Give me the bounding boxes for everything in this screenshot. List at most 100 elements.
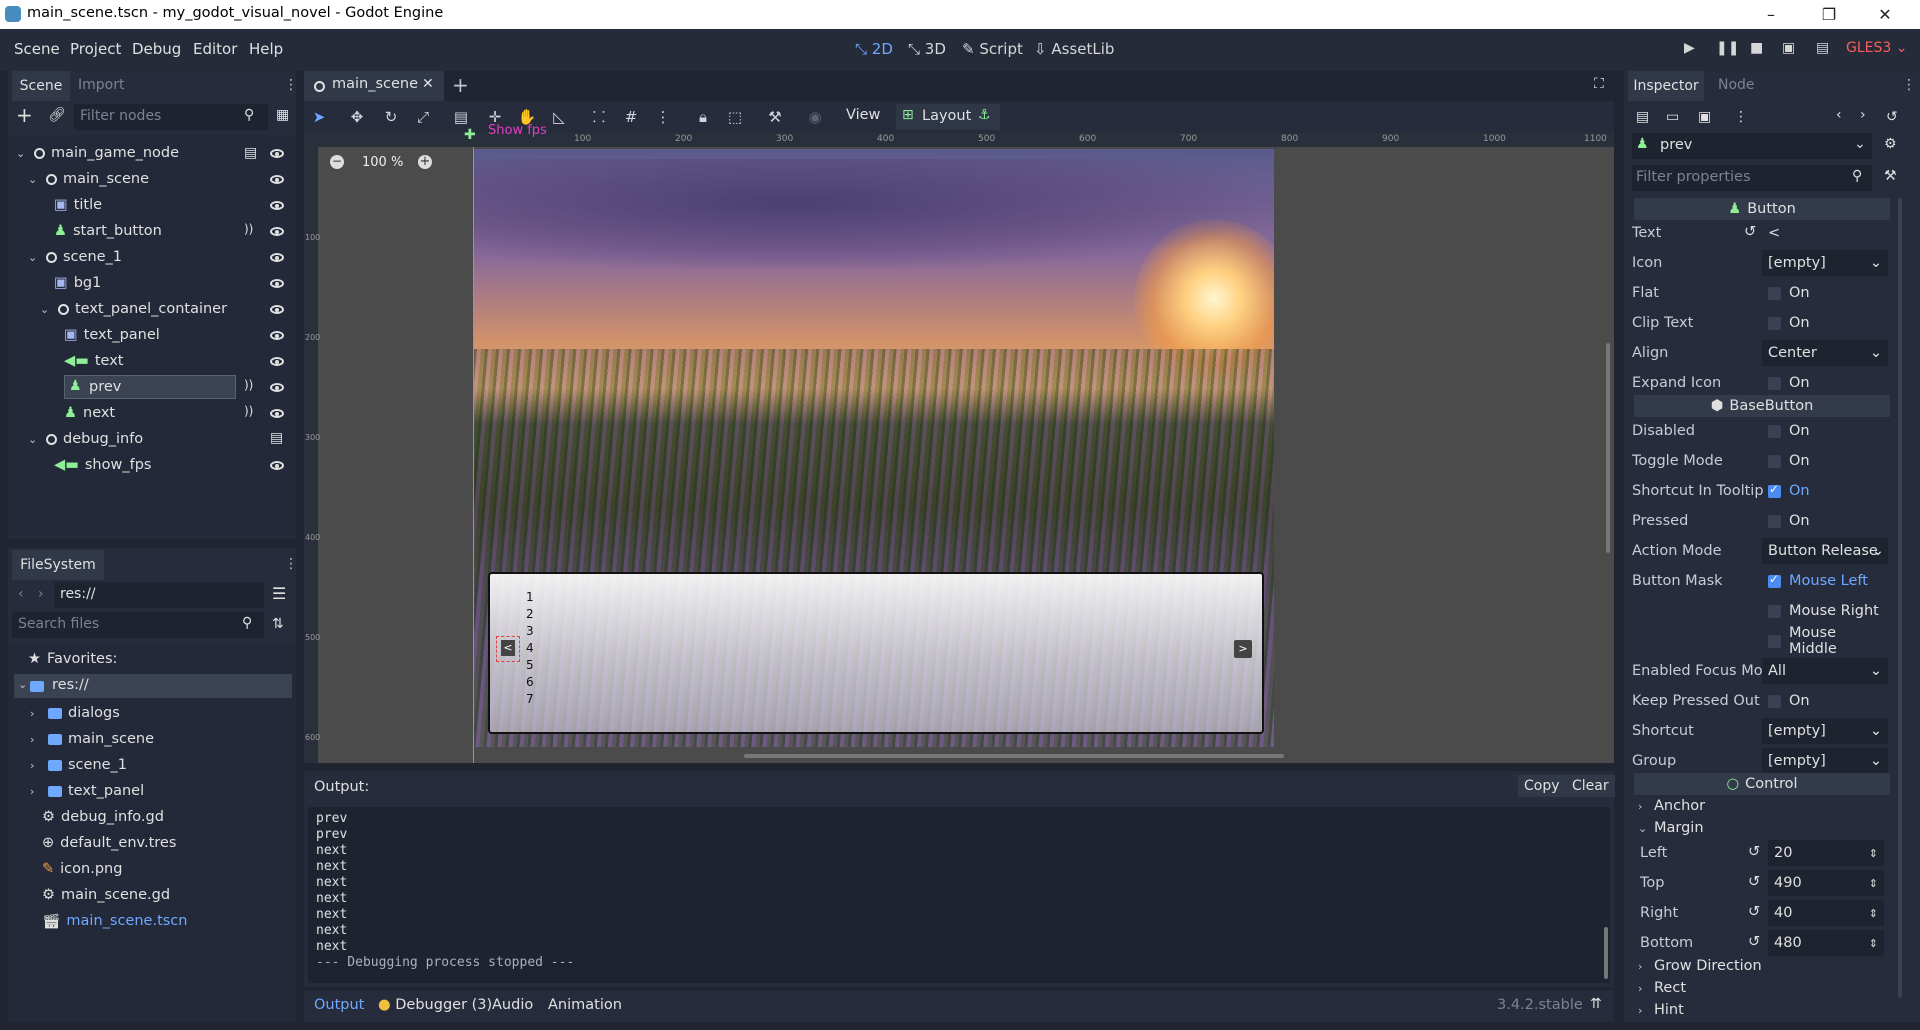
lock-icon[interactable]: 🔒︎ xyxy=(692,106,714,128)
tab-import[interactable]: Import xyxy=(78,77,124,93)
tree-node-text-panel[interactable]: ▣ text_panel xyxy=(64,322,160,348)
save-icon[interactable]: ▣ xyxy=(1698,109,1711,125)
clear-button[interactable]: Clear xyxy=(1566,775,1615,797)
workspace-script[interactable]: ✎ Script xyxy=(962,40,1023,58)
prop-shortcut-in-tooltip[interactable]: Shortcut In Tooltip On xyxy=(1632,476,1892,506)
script-attached-icon[interactable]: ▤ xyxy=(270,430,283,446)
favorites-row[interactable]: ★ Favorites: xyxy=(28,646,117,672)
zoom-out-icon[interactable]: − xyxy=(330,155,344,169)
tree-node-text-panel-container[interactable]: ⌄ text_panel_container xyxy=(40,296,227,322)
viewport[interactable]: 100 200 300 400 500 600 700 800 900 1000… xyxy=(304,123,1614,763)
tab-audio[interactable]: Audio xyxy=(492,997,533,1013)
filter-properties-input[interactable]: Filter properties ⚲ xyxy=(1632,165,1872,191)
filter-nodes-input[interactable]: Filter nodes ⚲ xyxy=(74,104,268,130)
tree-node-show-fps[interactable]: ◀▬ show_fps xyxy=(54,452,151,478)
move-tool-icon[interactable]: ✥ xyxy=(346,106,368,128)
visibility-eye-icon[interactable] xyxy=(270,149,284,158)
ruler-tool-icon[interactable]: ◺ xyxy=(548,106,570,128)
visibility-eye-icon[interactable] xyxy=(270,305,284,314)
signal-icon[interactable]: )) xyxy=(244,378,253,392)
visibility-eye-icon[interactable] xyxy=(270,279,284,288)
group-grow-direction[interactable]: › Grow Direction xyxy=(1638,954,1898,978)
margin-top-spinbox[interactable]: 490 ⇕ xyxy=(1768,870,1884,896)
history-back-icon[interactable]: ‹ xyxy=(1836,107,1842,123)
visibility-eye-icon[interactable] xyxy=(270,357,284,366)
distraction-free-icon[interactable]: ⛶ xyxy=(1594,76,1604,92)
revert-icon[interactable]: ↺ xyxy=(1744,224,1756,240)
visibility-eye-icon[interactable] xyxy=(270,253,284,262)
minimize-button[interactable]: – xyxy=(1748,0,1794,29)
selection-handles[interactable]: < xyxy=(496,636,520,662)
group-dropdown[interactable]: [empty] ⌄ xyxy=(1762,748,1888,774)
rotate-tool-icon[interactable]: ↻ xyxy=(380,106,402,128)
checkbox[interactable] xyxy=(1768,286,1781,300)
visibility-eye-icon[interactable] xyxy=(270,227,284,236)
tab-filesystem[interactable]: FileSystem xyxy=(12,550,104,580)
prop-button-mask-right[interactable]: Mouse Right xyxy=(1632,596,1892,626)
vertical-scrollbar[interactable] xyxy=(1606,343,1610,553)
zoom-level[interactable]: 100 % xyxy=(362,155,403,170)
prop-margin-right[interactable]: Right ↺ 40 ⇕ xyxy=(1640,898,1900,928)
search-files-input[interactable]: Search files ⚲ xyxy=(12,612,264,638)
horizontal-scrollbar[interactable] xyxy=(744,754,1284,758)
back-arrow-icon[interactable]: ‹ xyxy=(18,586,24,602)
prop-toggle-mode[interactable]: Toggle Mode On xyxy=(1632,446,1892,476)
output-scrollbar[interactable] xyxy=(1604,927,1608,979)
menu-debug[interactable]: Debug xyxy=(132,40,181,58)
menu-project[interactable]: Project xyxy=(70,40,121,58)
section-button[interactable]: ♟ Button xyxy=(1634,198,1890,220)
tab-animation[interactable]: Animation xyxy=(548,997,622,1013)
script-attached-icon[interactable]: ▤ xyxy=(244,145,257,161)
group-icon[interactable]: ⬚ xyxy=(724,106,746,128)
prop-group[interactable]: Group [empty] ⌄ xyxy=(1632,746,1892,776)
close-button[interactable]: ✕ xyxy=(1862,0,1908,29)
focus-mode-dropdown[interactable]: All ⌄ xyxy=(1762,658,1888,684)
visibility-eye-icon[interactable] xyxy=(270,409,284,418)
layout-menu[interactable]: ⊞ Layout ⚓︎ xyxy=(896,104,1000,130)
visibility-eye-icon[interactable] xyxy=(270,383,284,392)
stop-button[interactable]: ■ xyxy=(1750,40,1763,56)
align-dropdown[interactable]: Center ⌄ xyxy=(1762,340,1888,366)
checkbox[interactable] xyxy=(1768,316,1781,330)
file-item-debug-info-gd[interactable]: ⚙ debug_info.gd xyxy=(42,804,164,830)
tree-node-prev-selected[interactable]: ♟ prev xyxy=(64,375,236,399)
revert-icon[interactable]: ↺ xyxy=(1748,844,1760,860)
revert-icon[interactable]: ↺ xyxy=(1748,874,1760,890)
renderer-select[interactable]: GLES3 ⌄ xyxy=(1846,40,1907,56)
checkbox[interactable] xyxy=(1768,694,1781,708)
history-forward-icon[interactable]: › xyxy=(1860,107,1866,123)
revert-icon[interactable]: ↺ xyxy=(1748,904,1760,920)
split-view-icon[interactable]: ☰ xyxy=(272,584,286,603)
prop-text[interactable]: Text ↺ < xyxy=(1632,218,1892,248)
workspace-3d[interactable]: ⤡ 3D xyxy=(908,40,946,58)
view-menu[interactable]: View xyxy=(846,107,880,123)
prop-disabled[interactable]: Disabled On xyxy=(1632,416,1892,446)
file-item-text-panel[interactable]: › text_panel xyxy=(30,778,144,804)
new-resource-icon[interactable]: ▤ xyxy=(1636,109,1649,125)
copy-button[interactable]: Copy xyxy=(1518,775,1566,797)
object-menu-icon[interactable]: ⚙ xyxy=(1884,136,1897,152)
tree-node-next[interactable]: ♟ next xyxy=(64,400,115,426)
snap-options-icon[interactable]: ⋮ xyxy=(652,106,674,128)
property-options-icon[interactable]: ⚒ xyxy=(1884,168,1897,184)
signal-icon[interactable]: )) xyxy=(244,222,253,236)
revert-icon[interactable]: ↺ xyxy=(1748,934,1760,950)
file-item-scene-1[interactable]: › scene_1 xyxy=(30,752,127,778)
prop-enabled-focus-mode[interactable]: Enabled Focus Mo All ⌄ xyxy=(1632,656,1892,686)
workspace-assetlib[interactable]: ⇩ AssetLib xyxy=(1034,40,1114,58)
signal-icon[interactable]: )) xyxy=(244,404,253,418)
zoom-in-icon[interactable]: + xyxy=(418,155,432,169)
tab-inspector[interactable]: Inspector xyxy=(1628,71,1704,101)
tab-debugger[interactable]: ● Debugger (3) xyxy=(378,997,492,1013)
expand-panel-icon[interactable]: ⇈ xyxy=(1590,996,1602,1012)
instance-scene-icon[interactable]: ▦ xyxy=(276,107,289,123)
prop-align[interactable]: Align Center ⌄ xyxy=(1632,338,1892,368)
file-item-main-scene-tscn[interactable]: 🎬︎ main_scene.tscn xyxy=(42,908,187,934)
margin-bottom-spinbox[interactable]: 480 ⇕ xyxy=(1768,930,1884,956)
prop-button-mask-middle[interactable]: Mouse Middle xyxy=(1632,625,1892,657)
group-rect[interactable]: › Rect xyxy=(1638,976,1898,1000)
file-item-main-scene-gd[interactable]: ⚙ main_scene.gd xyxy=(42,882,170,908)
path-field[interactable]: res:// xyxy=(54,582,264,608)
workspace-2d[interactable]: ⤡ 2D xyxy=(855,40,893,58)
camera-override-icon[interactable]: ◉ xyxy=(804,106,826,128)
